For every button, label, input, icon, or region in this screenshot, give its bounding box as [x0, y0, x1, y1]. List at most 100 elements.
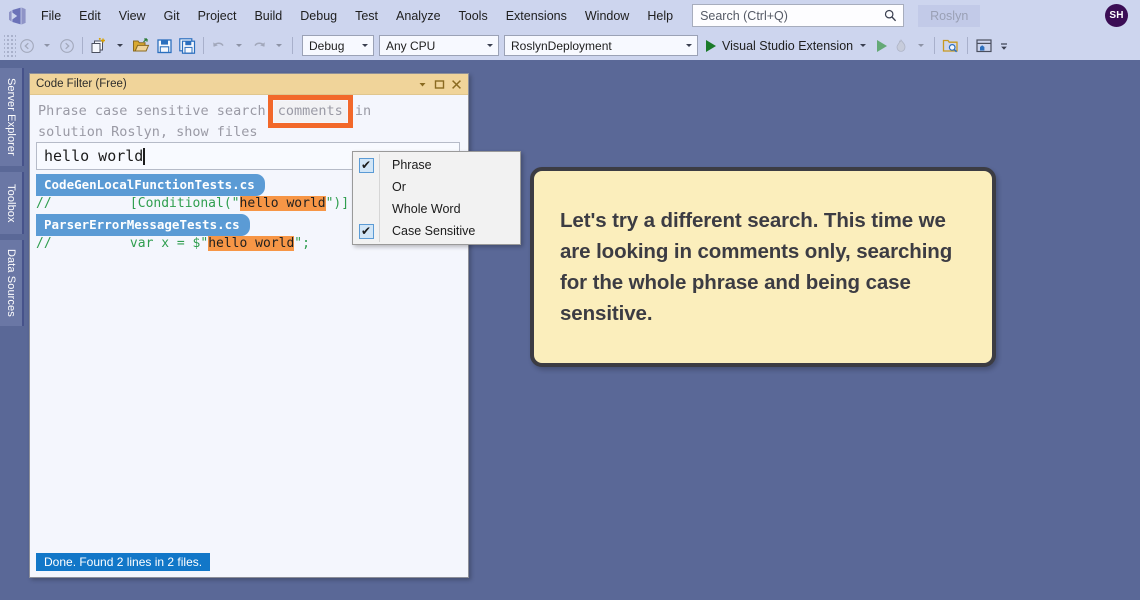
navigate-back-dropdown[interactable] [38, 35, 56, 57]
check-icon: ✔ [359, 158, 374, 173]
chevron-down-icon[interactable] [482, 44, 498, 47]
result-file-name: CodeGenLocalFunctionTests.cs [36, 174, 265, 196]
solution-configuration-value: Debug [303, 39, 357, 53]
menu-item-debug[interactable]: Debug [291, 6, 346, 26]
result-code-match: hello world [208, 236, 294, 251]
search-options-dropdown: ✔ Phrase Or Whole Word ✔ Case Sensitive [352, 151, 521, 245]
dropdown-item-label: Phrase [379, 154, 520, 176]
dropdown-item-label: Case Sensitive [379, 220, 520, 242]
navigate-back-button[interactable] [16, 35, 38, 57]
save-icon[interactable] [153, 35, 176, 57]
menu-item-git[interactable]: Git [155, 6, 189, 26]
query-description-suffix: in [347, 103, 371, 119]
close-icon[interactable] [448, 76, 465, 93]
checkbox-case-sensitive[interactable]: ✔ [353, 224, 379, 239]
maximize-icon[interactable] [431, 76, 448, 93]
new-project-icon[interactable] [87, 35, 111, 57]
instruction-callout: Let's try a different search. This time … [530, 167, 996, 367]
sidebar-item-data-sources[interactable]: Data Sources [0, 240, 24, 326]
toolbar-separator [292, 37, 293, 54]
status-badge: Done. Found 2 lines in 2 files. [36, 553, 210, 571]
toolbar-separator [82, 37, 83, 54]
query-description-prefix: Phrase case sensitive search [38, 103, 274, 119]
sidebar-item-label: Toolbox [5, 184, 17, 223]
menu-item-view[interactable]: View [110, 6, 155, 26]
dropdown-item-case-sensitive[interactable]: ✔ Case Sensitive [353, 220, 520, 242]
chevron-down-icon[interactable] [681, 44, 697, 47]
dropdown-item-or[interactable]: Or [353, 176, 520, 198]
result-code-prefix: // [Conditional(" [36, 196, 240, 211]
result-code-prefix: // var x = $" [36, 236, 208, 251]
menu-item-analyze[interactable]: Analyze [387, 6, 449, 26]
menu-item-file[interactable]: File [32, 6, 70, 26]
account-solution-button[interactable]: Roslyn [918, 5, 980, 27]
play-outline-icon [877, 40, 887, 52]
checkbox-phrase[interactable]: ✔ [353, 158, 379, 173]
startup-project-combo[interactable]: RoslynDeployment [504, 35, 698, 56]
startup-project-value: RoslynDeployment [505, 39, 681, 53]
menu-item-help[interactable]: Help [638, 6, 682, 26]
avatar[interactable]: SH [1105, 4, 1128, 27]
navigate-forward-button[interactable] [56, 35, 78, 57]
page-title: Code Filter (Free) [30, 78, 414, 90]
play-triangle-icon [706, 40, 716, 52]
redo-arrow-icon[interactable] [248, 35, 270, 57]
query-description-line2: solution Roslyn, show files [38, 124, 257, 140]
standard-toolbar: Debug Any CPU RoslynDeployment Visual St… [0, 31, 1140, 60]
code-filter-title-bar[interactable]: Code Filter (Free) [30, 74, 468, 95]
global-search-placeholder: Search (Ctrl+Q) [693, 9, 884, 23]
code-filter-panel: Code Filter (Free) Phrase case sensitive… [29, 73, 469, 578]
solution-platform-combo[interactable]: Any CPU [379, 35, 499, 56]
dropdown-item-phrase[interactable]: ✔ Phrase [353, 154, 520, 176]
status-bar: Done. Found 2 lines in 2 files. [36, 552, 210, 571]
undo-dropdown[interactable] [230, 35, 248, 57]
chevron-down-icon[interactable] [357, 44, 373, 47]
search-input-value: hello world [37, 147, 143, 165]
menu-item-window[interactable]: Window [576, 6, 638, 26]
sidebar-item-server-explorer[interactable]: Server Explorer [0, 68, 24, 166]
menu-item-build[interactable]: Build [245, 6, 291, 26]
query-description-text: Phrase case sensitive search comments in… [30, 95, 446, 145]
visual-studio-logo-icon [2, 0, 32, 31]
left-tool-tab-strip: Server Explorer Toolbox Data Sources [0, 60, 27, 600]
menu-item-edit[interactable]: Edit [70, 6, 110, 26]
solution-configuration-combo[interactable]: Debug [302, 35, 374, 56]
save-all-icon[interactable] [176, 35, 199, 57]
global-search-input[interactable]: Search (Ctrl+Q) [692, 4, 904, 27]
text-caret [143, 148, 145, 165]
menu-item-test[interactable]: Test [346, 6, 387, 26]
start-debugging-dropdown-icon[interactable] [860, 44, 866, 47]
start-debugging-label: Visual Studio Extension [722, 39, 853, 53]
sidebar-item-toolbox[interactable]: Toolbox [0, 172, 24, 234]
toolbar-grip-handle[interactable] [4, 35, 16, 57]
window-layout-icon[interactable] [972, 35, 996, 57]
undo-arrow-icon[interactable] [208, 35, 230, 57]
menu-item-extensions[interactable]: Extensions [497, 6, 576, 26]
hot-reload-flame-icon[interactable] [890, 35, 912, 57]
toolbar-separator [934, 37, 935, 54]
check-icon: ✔ [359, 224, 374, 239]
open-folder-icon[interactable] [129, 35, 153, 57]
start-without-debugging-button[interactable] [874, 35, 890, 57]
hot-reload-dropdown[interactable] [912, 35, 930, 57]
sidebar-item-label: Data Sources [5, 249, 17, 317]
result-code-match: hello world [240, 196, 326, 211]
menu-item-project[interactable]: Project [189, 6, 246, 26]
menu-bar: File Edit View Git Project Build Debug T… [0, 0, 1140, 31]
dropdown-item-whole-word[interactable]: Whole Word [353, 198, 520, 220]
redo-dropdown[interactable] [270, 35, 288, 57]
toolbar-separator [203, 37, 204, 54]
dropdown-item-label: Whole Word [379, 198, 520, 220]
menu-item-tools[interactable]: Tools [450, 6, 497, 26]
result-code-suffix: "; [294, 236, 310, 251]
query-scope-token-highlighted[interactable]: comments [274, 101, 347, 122]
result-file-name: ParserErrorMessageTests.cs [36, 214, 250, 236]
find-in-files-icon[interactable] [939, 35, 963, 57]
start-debugging-button[interactable]: Visual Studio Extension [706, 39, 869, 53]
solution-platform-value: Any CPU [380, 39, 482, 53]
toolbar-overflow-icon[interactable] [996, 35, 1012, 57]
chevron-down-icon[interactable] [414, 76, 431, 93]
instruction-callout-text: Let's try a different search. This time … [534, 205, 992, 329]
new-project-dropdown[interactable] [111, 35, 129, 57]
dropdown-item-label: Or [379, 176, 520, 198]
